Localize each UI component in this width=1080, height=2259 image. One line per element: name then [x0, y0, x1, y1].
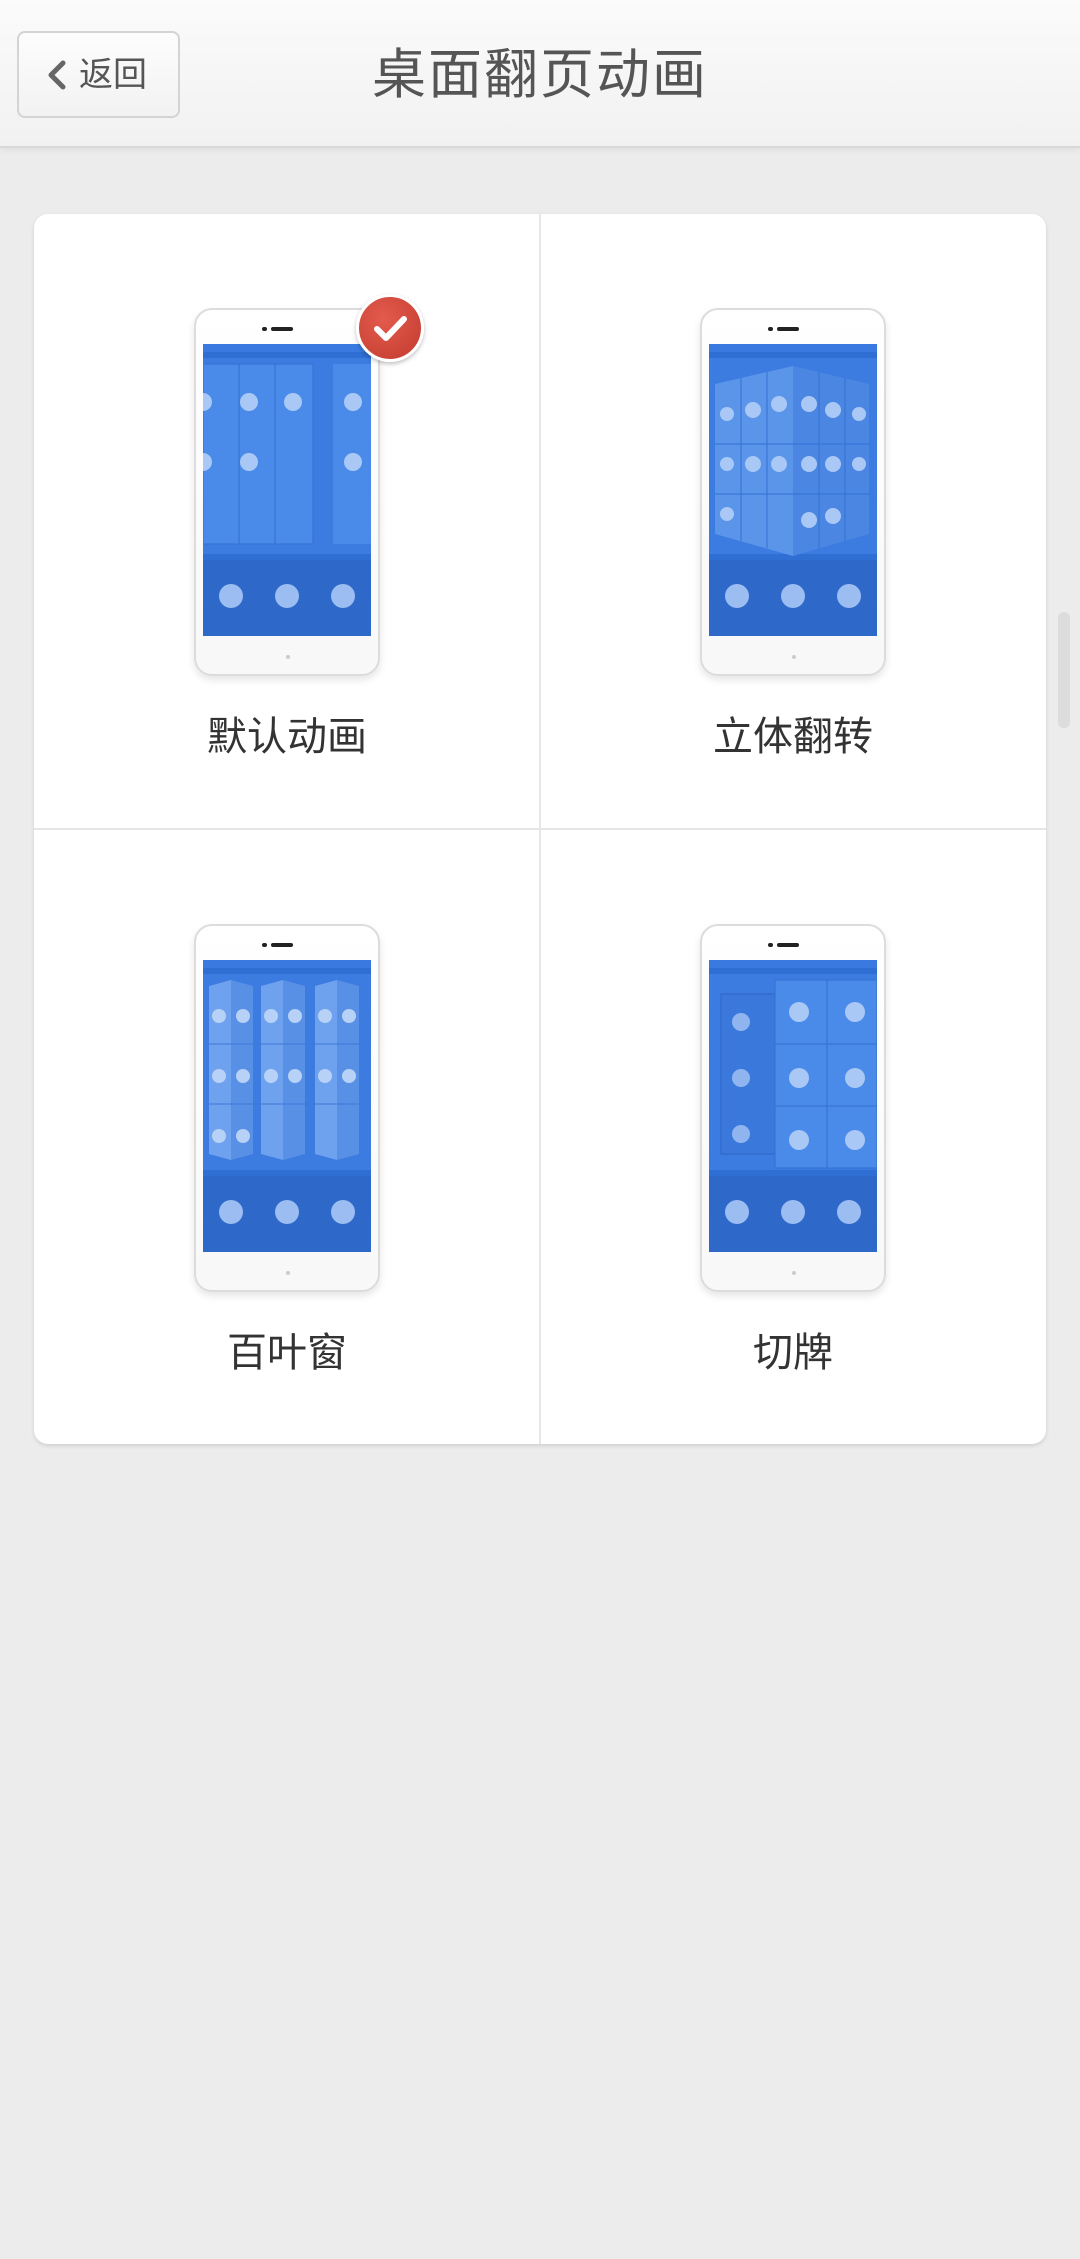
phone-default-animation-icon [194, 308, 380, 676]
option-blinds[interactable]: 百叶窗 [34, 830, 540, 1444]
option-cube-flip[interactable]: 立体翻转 [540, 214, 1046, 828]
option-label: 默认动画 [207, 714, 367, 760]
page-title: 桌面翻页动画 [372, 43, 708, 106]
phone-blinds-icon [194, 924, 380, 1292]
option-card-cut[interactable]: 切牌 [540, 830, 1046, 1444]
phone-card-cut-icon [700, 924, 886, 1292]
option-label: 百叶窗 [227, 1330, 347, 1376]
scrollbar-thumb[interactable] [1058, 612, 1070, 728]
option-label: 立体翻转 [713, 714, 873, 760]
selected-check-icon [356, 294, 424, 362]
phone-cube-flip-icon [700, 308, 886, 676]
title-bar: 返回 桌面翻页动画 [0, 0, 1080, 148]
animation-options-grid: 默认动画 立体翻转 百叶窗 切牌 [34, 214, 1046, 1444]
option-label: 切牌 [753, 1330, 833, 1376]
option-default-animation[interactable]: 默认动画 [34, 214, 540, 828]
